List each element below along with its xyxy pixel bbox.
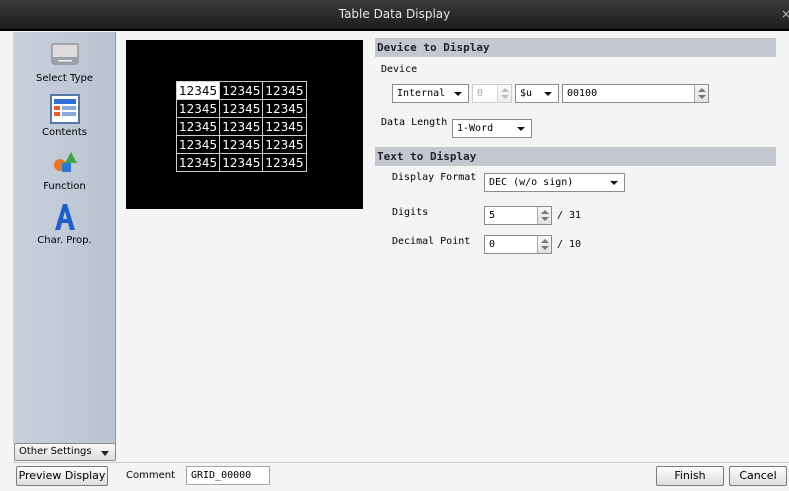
grid-cell: 12345 <box>175 99 221 118</box>
data-length-value: 1-Word <box>457 123 494 134</box>
sidebar-item-label: Char. Prop. <box>37 235 92 246</box>
decimal-point-value: 0 <box>489 239 496 250</box>
station-field: 0 <box>472 84 512 103</box>
sidebar-item-label: Contents <box>42 127 87 138</box>
close-icon[interactable]: × <box>781 0 789 29</box>
decimal-point-max: / 10 <box>557 239 582 250</box>
digits-value: 5 <box>489 210 496 221</box>
sidebar-item-contents[interactable]: Contents <box>13 94 116 138</box>
preview-grid: 12345 12345 12345 12345 12345 12345 1234… <box>175 81 307 172</box>
comment-label: Comment <box>126 470 175 481</box>
title-bar: Table Data Display × <box>0 0 789 31</box>
station-spinner <box>497 85 511 102</box>
grid-cell: 12345 <box>262 81 307 100</box>
decimal-point-spinner[interactable] <box>537 236 551 253</box>
function-icon <box>49 148 81 178</box>
address-prefix-value: $u <box>520 88 533 99</box>
text-to-display-header: Text to Display <box>375 147 776 166</box>
grid-cell: 12345 <box>262 99 307 118</box>
device-type-select[interactable]: Internal <box>392 84 469 103</box>
grid-cell: 12345 <box>175 153 221 172</box>
grid-cell: 12345 <box>219 135 264 154</box>
address-field[interactable]: 00100 <box>562 84 709 103</box>
preview-display-button[interactable]: Preview Display <box>16 466 108 486</box>
comment-field[interactable]: GRID_00000 <box>186 466 270 485</box>
display-format-select[interactable]: DEC (w/o sign) <box>484 173 625 192</box>
grid-cell: 12345 <box>262 153 307 172</box>
grid-cell: 12345 <box>219 153 264 172</box>
select-type-icon <box>49 40 81 70</box>
grid-cell: 12345 <box>219 117 264 136</box>
grid-cell: 12345 <box>175 117 221 136</box>
sidebar-item-char-prop[interactable]: Char. Prop. <box>13 202 116 246</box>
chevron-down-icon <box>101 451 109 456</box>
digits-max: / 31 <box>557 210 582 221</box>
cancel-button[interactable]: Cancel <box>729 466 787 486</box>
finish-button[interactable]: Finish <box>656 466 724 486</box>
digits-label: Digits <box>392 207 429 218</box>
other-settings-label: Other Settings <box>19 446 92 457</box>
display-format-label: Display Format <box>392 172 477 183</box>
data-length-label: Data Length <box>381 117 448 128</box>
sidebar: Select Type Contents Function Char. Prop… <box>13 32 116 444</box>
decimal-point-label: Decimal Point <box>392 236 471 247</box>
char-prop-icon <box>49 202 81 232</box>
display-format-value: DEC (w/o sign) <box>489 177 574 188</box>
sidebar-item-label: Function <box>43 181 86 192</box>
digits-field[interactable]: 5 <box>484 206 552 225</box>
grid-cell: 12345 <box>262 117 307 136</box>
grid-cell: 12345 <box>219 81 264 100</box>
other-settings-dropdown[interactable]: Other Settings <box>14 443 116 461</box>
device-type-value: Internal <box>397 88 446 99</box>
contents-icon <box>49 94 81 124</box>
grid-cell: 12345 <box>175 81 221 100</box>
sidebar-item-function[interactable]: Function <box>13 148 116 192</box>
address-value: 00100 <box>567 88 598 99</box>
table-row: 12345 12345 12345 <box>175 153 307 172</box>
chevron-down-icon <box>454 92 462 96</box>
data-length-select[interactable]: 1-Word <box>452 119 532 138</box>
table-row: 12345 12345 12345 <box>175 81 307 100</box>
station-value: 0 <box>477 88 484 99</box>
table-row: 12345 12345 12345 <box>175 117 307 136</box>
sidebar-item-label: Select Type <box>36 73 93 84</box>
table-row: 12345 12345 12345 <box>175 135 307 154</box>
decimal-point-field[interactable]: 0 <box>484 235 552 254</box>
chevron-down-icon <box>544 92 552 96</box>
grid-cell: 12345 <box>219 99 264 118</box>
device-label: Device <box>381 64 418 75</box>
device-to-display-header: Device to Display <box>375 38 776 57</box>
window-title: Table Data Display <box>338 7 451 21</box>
table-row: 12345 12345 12345 <box>175 99 307 118</box>
grid-cell: 12345 <box>262 135 307 154</box>
digits-spinner[interactable] <box>537 207 551 224</box>
chevron-down-icon <box>517 127 525 131</box>
chevron-down-icon <box>610 181 618 185</box>
address-spinner[interactable] <box>694 85 708 102</box>
grid-cell: 12345 <box>175 135 221 154</box>
address-prefix-select[interactable]: $u <box>515 84 559 103</box>
sidebar-item-select-type[interactable]: Select Type <box>13 40 116 84</box>
